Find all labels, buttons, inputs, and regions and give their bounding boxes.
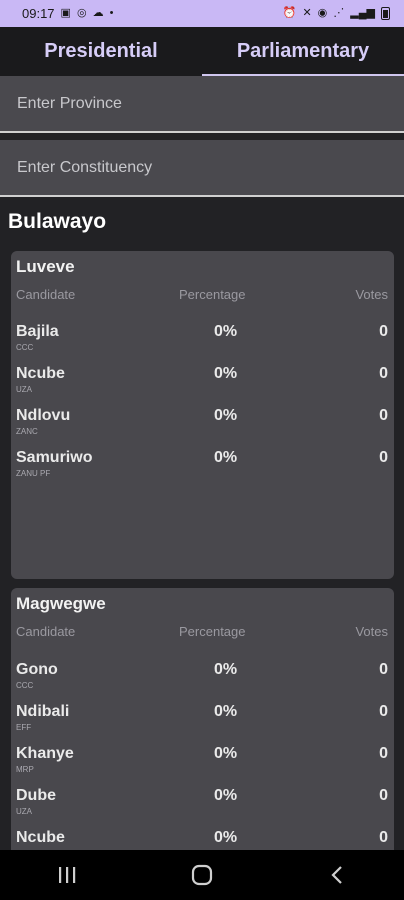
candidate-name: Ncube	[16, 829, 65, 846]
tab-bar: Presidential Parliamentary	[0, 27, 404, 76]
back-icon	[331, 866, 342, 884]
candidate-party: CCC	[16, 681, 34, 690]
candidate-votes: 0	[379, 323, 388, 340]
home-icon	[191, 864, 213, 886]
candidate-row: Ndibali EFF 0% 0	[11, 703, 394, 743]
candidate-party: UZA	[16, 807, 32, 816]
candidate-name: Khanye	[16, 745, 74, 762]
candidate-party: UZA	[16, 385, 32, 394]
candidate-percentage: 0%	[214, 703, 238, 720]
home-button[interactable]	[172, 855, 232, 895]
candidate-party: CCC	[16, 343, 34, 352]
back-button[interactable]	[307, 855, 367, 895]
candidate-name: Samuriwo	[16, 449, 93, 466]
candidate-percentage: 0%	[214, 365, 238, 382]
candidate-name: Dube	[16, 787, 56, 804]
constituency-input[interactable]	[17, 158, 377, 177]
tab-presidential[interactable]: Presidential	[0, 27, 202, 76]
candidate-row: Ncube 0% 0	[11, 829, 394, 850]
notification-dot-icon: •	[109, 7, 114, 19]
wifi-icon: ⋰	[333, 7, 345, 19]
status-bar: 09:17 ▣ ◎ ☁ • ⏰ ✕ ◉ ⋰ ▂▄▆	[0, 0, 404, 27]
candidate-votes: 0	[379, 745, 388, 762]
header-votes: Votes	[355, 287, 388, 302]
candidate-row: Bajila CCC 0% 0	[11, 323, 394, 363]
province-field[interactable]	[0, 76, 404, 133]
candidate-votes: 0	[379, 661, 388, 678]
header-candidate: Candidate	[16, 287, 76, 302]
status-time: 09:17	[22, 6, 55, 21]
candidate-row: Gono CCC 0% 0	[11, 661, 394, 701]
navigation-bar	[0, 850, 404, 900]
constituency-field[interactable]	[0, 140, 404, 197]
candidate-votes: 0	[379, 407, 388, 424]
candidate-percentage: 0%	[214, 829, 238, 846]
constituency-card: Magwegwe Candidate Percentage Votes Gono…	[11, 588, 394, 850]
candidate-percentage: 0%	[214, 323, 238, 340]
candidate-votes: 0	[379, 829, 388, 846]
candidate-row: Ndlovu ZANC 0% 0	[11, 407, 394, 447]
candidate-row: Samuriwo ZANU PF 0% 0	[11, 449, 394, 489]
header-candidate: Candidate	[16, 624, 76, 639]
candidate-votes: 0	[379, 365, 388, 382]
candidate-percentage: 0%	[214, 745, 238, 762]
constituency-name: Luveve	[16, 257, 75, 276]
candidate-party: MRP	[16, 765, 34, 774]
recent-apps-button[interactable]	[37, 855, 97, 895]
province-input[interactable]	[17, 94, 377, 113]
constituency-card: Luveve Candidate Percentage Votes Bajila…	[11, 251, 394, 579]
header-percentage: Percentage	[179, 624, 246, 639]
candidate-name: Ncube	[16, 365, 65, 382]
candidate-row: Ncube UZA 0% 0	[11, 365, 394, 405]
cloud-icon: ☁	[92, 7, 104, 19]
province-title: Bulawayo	[8, 210, 107, 233]
constituency-name: Magwegwe	[16, 594, 106, 613]
candidate-name: Gono	[16, 661, 58, 678]
candidate-name: Ndibali	[16, 703, 70, 720]
gallery-icon: ▣	[60, 7, 71, 19]
candidate-party: ZANU PF	[16, 469, 51, 478]
candidate-percentage: 0%	[214, 407, 238, 424]
candidate-party: ZANC	[16, 427, 38, 436]
candidate-percentage: 0%	[214, 661, 238, 678]
instagram-icon: ◎	[76, 7, 87, 19]
candidate-name: Bajila	[16, 323, 59, 340]
header-votes: Votes	[355, 624, 388, 639]
battery-icon	[381, 7, 390, 20]
candidate-name: Ndlovu	[16, 407, 71, 424]
mute-icon: ✕	[302, 7, 312, 19]
candidate-votes: 0	[379, 449, 388, 466]
recent-apps-icon	[59, 867, 76, 883]
candidate-votes: 0	[379, 787, 388, 804]
signal-icon: ▂▄▆	[350, 7, 375, 19]
hotspot-icon: ◉	[317, 7, 328, 19]
candidate-row: Dube UZA 0% 0	[11, 787, 394, 827]
candidate-percentage: 0%	[214, 787, 238, 804]
header-percentage: Percentage	[179, 287, 246, 302]
candidate-votes: 0	[379, 703, 388, 720]
alarm-icon: ⏰	[282, 7, 297, 19]
candidate-row: Khanye MRP 0% 0	[11, 745, 394, 785]
candidate-percentage: 0%	[214, 449, 238, 466]
tab-parliamentary[interactable]: Parliamentary	[202, 27, 404, 76]
candidate-party: EFF	[16, 723, 32, 732]
